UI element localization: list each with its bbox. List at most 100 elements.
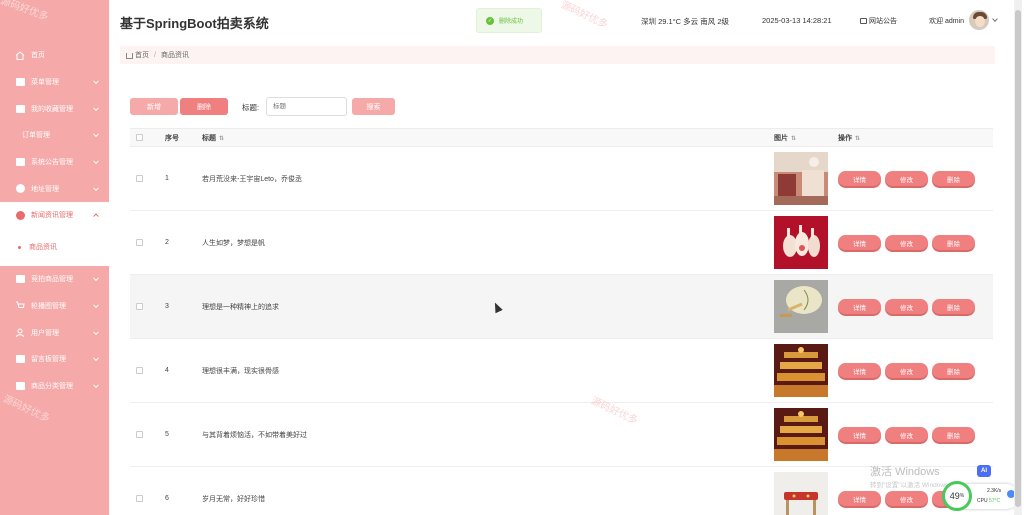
ai-assistant-button[interactable]: AI	[977, 465, 991, 477]
detail-button[interactable]: 详情	[838, 363, 881, 378]
detail-button[interactable]: 详情	[838, 171, 881, 186]
edit-button[interactable]: 修改	[885, 235, 928, 250]
sidebar-item-label: 商品资讯	[29, 244, 57, 252]
row-actions: 详情 修改 删除	[838, 363, 975, 378]
home-icon	[126, 53, 133, 59]
sidebar-item-news[interactable]: 新闻资讯管理	[0, 202, 109, 229]
windows-activation-title: 激活 Windows	[870, 466, 940, 478]
sidebar-item-label: 系统公告管理	[31, 159, 73, 167]
column-header-title[interactable]: 标题 ⇅	[202, 133, 224, 143]
news-table: 序号 标题 ⇅ 图片 ⇅ 操作 ⇅ 1 若月荒没来-王宇宙Leto，乔俊丞 详情 修改…	[130, 128, 993, 515]
chevron-down-icon	[93, 158, 99, 165]
chevron-down-icon	[93, 105, 99, 111]
table-header: 序号 标题 ⇅ 图片 ⇅ 操作 ⇅	[130, 129, 993, 147]
row-index: 4	[165, 367, 169, 374]
row-index: 1	[165, 175, 169, 182]
cart-icon	[15, 301, 25, 310]
detail-button[interactable]: 详情	[838, 427, 881, 442]
sidebar-item-message-board[interactable]: 留言板管理	[0, 346, 109, 373]
avatar[interactable]	[969, 10, 989, 30]
scrollbar-thumb[interactable]	[1015, 10, 1021, 507]
performance-widget[interactable]: 49% 2.3K/s CPU 57°C	[942, 481, 1019, 511]
search-button[interactable]: 搜索	[352, 98, 395, 115]
row-checkbox[interactable]	[136, 367, 143, 374]
batch-delete-button[interactable]: 删除	[180, 98, 228, 115]
column-header-ops[interactable]: 操作 ⇅	[838, 133, 860, 143]
column-header-image[interactable]: 图片 ⇅	[774, 133, 796, 143]
sidebar-item-label: 留言板管理	[31, 356, 66, 364]
chevron-down-icon[interactable]	[992, 16, 998, 22]
row-checkbox[interactable]	[136, 495, 143, 502]
grid-icon	[15, 275, 25, 284]
app-window: 源码好优多 源码好优多 首页 菜单管理 我的收藏管理 订单管理 系统公告管理 地…	[0, 0, 1024, 515]
sidebar-item-menu-manage[interactable]: 菜单管理	[0, 69, 109, 96]
sidebar-menu: 首页 菜单管理 我的收藏管理 订单管理 系统公告管理 地址管理 新闻资讯管理 商…	[0, 42, 109, 399]
row-actions: 详情 修改 删除	[838, 427, 975, 442]
row-title: 岁月无常，好好珍惜	[202, 495, 265, 503]
sidebar-item-categories[interactable]: 商品分类管理	[0, 373, 109, 400]
sidebar-item-label: 订单管理	[22, 132, 50, 140]
box-icon	[15, 184, 25, 194]
breadcrumb: 首页 / 商品资讯	[120, 46, 995, 64]
sidebar-item-announcements[interactable]: 系统公告管理	[0, 149, 109, 176]
notice-label: 网站公告	[869, 18, 897, 25]
table-row: 2 人生如梦，梦想是帆 详情 修改 删除	[130, 211, 993, 275]
delete-button[interactable]: 删除	[932, 235, 975, 250]
page-scrollbar[interactable]	[1014, 0, 1022, 515]
row-checkbox[interactable]	[136, 431, 143, 438]
table-row: 1 若月荒没来-王宇宙Leto，乔俊丞 详情 修改 删除	[130, 147, 993, 211]
sidebar-item-favorites[interactable]: 我的收藏管理	[0, 95, 109, 122]
detail-button[interactable]: 详情	[838, 235, 881, 250]
edit-button[interactable]: 修改	[885, 491, 928, 506]
sidebar-item-label: 地址管理	[31, 185, 59, 193]
sidebar-item-users[interactable]: 用户管理	[0, 319, 109, 346]
sidebar-item-auction-goods[interactable]: 竞拍商品管理	[0, 266, 109, 293]
row-checkbox[interactable]	[136, 175, 143, 182]
grid-icon	[15, 355, 25, 364]
chevron-down-icon	[93, 328, 99, 335]
sidebar-item-carousel[interactable]: 轮播图管理	[0, 293, 109, 320]
table-row: 6 岁月无常，好好珍惜 详情 修改 删除	[130, 467, 993, 515]
row-index: 2	[165, 239, 169, 246]
weather-info: 深圳 29.1°C 多云 南风 2级	[641, 17, 730, 26]
detail-button[interactable]: 详情	[838, 491, 881, 506]
datetime: 2025-03-13 14:28:21	[762, 16, 832, 25]
chevron-up-icon	[93, 213, 99, 220]
sidebar-item-home[interactable]: 首页	[0, 42, 109, 69]
row-thumbnail	[774, 216, 828, 269]
sidebar-item-address[interactable]: 地址管理	[0, 175, 109, 202]
detail-button[interactable]: 详情	[838, 299, 881, 314]
edit-button[interactable]: 修改	[885, 363, 928, 378]
edit-button[interactable]: 修改	[885, 299, 928, 314]
title-search-input[interactable]	[266, 97, 347, 116]
chevron-down-icon	[93, 185, 99, 191]
edit-button[interactable]: 修改	[885, 171, 928, 186]
sidebar-item-label: 菜单管理	[31, 79, 59, 87]
sort-icon: ⇅	[855, 135, 861, 142]
delete-button[interactable]: 删除	[932, 299, 975, 314]
windows-activation-subtitle: 转到"设置"以激活 Windows。	[870, 482, 955, 489]
row-title: 若月荒没来-王宇宙Leto，乔俊丞	[202, 175, 302, 183]
chevron-down-icon	[93, 302, 99, 308]
delete-button[interactable]: 删除	[932, 427, 975, 442]
row-checkbox[interactable]	[136, 239, 143, 246]
sidebar-item-orders[interactable]: 订单管理	[0, 122, 109, 149]
table-row: 5 与其背着烦恼活，不如带着美好过 详情 修改 删除	[130, 403, 993, 467]
grid-icon	[15, 104, 25, 113]
delete-button[interactable]: 删除	[932, 363, 975, 378]
sidebar-item-label: 用户管理	[31, 329, 59, 337]
breadcrumb-home[interactable]: 首页	[135, 50, 149, 60]
edit-button[interactable]: 修改	[885, 427, 928, 442]
sidebar-item-label: 我的收藏管理	[31, 105, 73, 113]
delete-button[interactable]: 删除	[932, 171, 975, 186]
add-button[interactable]: 新增	[130, 98, 178, 115]
row-checkbox[interactable]	[136, 303, 143, 310]
notice-link[interactable]: 网站公告	[860, 16, 897, 26]
network-speed: 2.3K/s	[987, 488, 1002, 494]
chevron-down-icon	[93, 275, 99, 282]
circle-icon	[15, 210, 25, 220]
sidebar-subitem-product-news[interactable]: 商品资讯	[0, 228, 109, 266]
row-thumbnail	[774, 408, 828, 461]
check-circle-icon: ✓	[486, 16, 494, 25]
select-all-checkbox[interactable]	[136, 134, 143, 141]
